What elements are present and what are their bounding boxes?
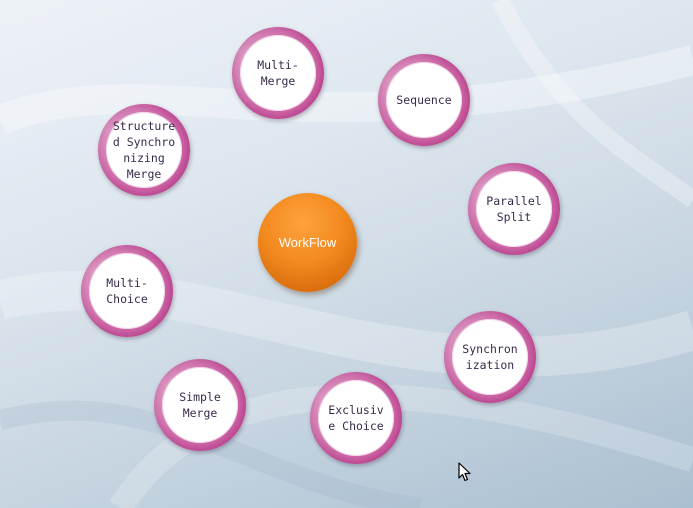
node-synchronization-label: Synchron ization <box>462 342 518 372</box>
node-simple-merge-face: Simple Merge <box>162 367 238 443</box>
node-exclusive-choice[interactable]: Exclusiv e Choice <box>310 372 402 464</box>
node-multi-merge[interactable]: Multi- Merge <box>232 27 324 119</box>
node-sequence-face: Sequence <box>386 62 462 138</box>
node-synchronization[interactable]: Synchron ization <box>444 311 536 403</box>
node-exclusive-choice-label: Exclusiv e Choice <box>328 403 384 433</box>
node-multi-merge-label: Multi- Merge <box>257 58 299 88</box>
workflow-center-label: WorkFlow <box>278 235 337 250</box>
mouse-cursor-icon <box>458 462 471 482</box>
node-parallel-split-face: Parallel Split <box>476 171 552 247</box>
node-multi-choice-label: Multi- Choice <box>106 276 148 306</box>
node-simple-merge-label: Simple Merge <box>179 390 221 420</box>
workflow-center-node[interactable]: WorkFlow <box>258 193 357 292</box>
node-exclusive-choice-face: Exclusiv e Choice <box>318 380 394 456</box>
node-parallel-split-label: Parallel Split <box>486 194 542 224</box>
node-synchronization-face: Synchron ization <box>452 319 528 395</box>
node-multi-choice-face: Multi- Choice <box>89 253 165 329</box>
node-simple-merge[interactable]: Simple Merge <box>154 359 246 451</box>
node-structured-synchronizing-merge-label: Structure d Synchro nizing Merge <box>112 119 176 181</box>
node-sequence[interactable]: Sequence <box>378 54 470 146</box>
node-sequence-label: Sequence <box>396 93 452 107</box>
node-parallel-split[interactable]: Parallel Split <box>468 163 560 255</box>
node-structured-synchronizing-merge-face: Structure d Synchro nizing Merge <box>106 112 182 188</box>
node-structured-synchronizing-merge[interactable]: Structure d Synchro nizing Merge <box>98 104 190 196</box>
node-multi-choice[interactable]: Multi- Choice <box>81 245 173 337</box>
node-multi-merge-face: Multi- Merge <box>240 35 316 111</box>
